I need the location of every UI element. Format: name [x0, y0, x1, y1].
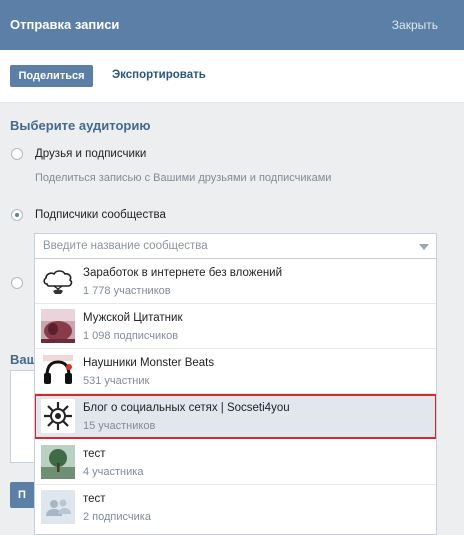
- option-community-label[interactable]: Подписчики сообщества: [35, 209, 166, 221]
- community-name: Наушники Monster Beats: [83, 357, 215, 369]
- close-button[interactable]: Закрыть: [392, 18, 438, 32]
- community-search-input[interactable]: Введите название сообщества: [34, 233, 437, 259]
- community-item[interactable]: Наушники Monster Beats 531 участник: [35, 349, 436, 394]
- community-item[interactable]: тест 4 участника: [35, 440, 436, 485]
- community-members: 4 участника: [83, 466, 144, 478]
- community-name: Заработок в интернете без вложений: [83, 267, 283, 279]
- radio-friends[interactable]: [11, 148, 23, 160]
- community-item[interactable]: тест 2 подписчика: [35, 485, 436, 530]
- radio-community[interactable]: [11, 209, 23, 221]
- community-name: тест: [83, 493, 106, 505]
- community-name: тест: [83, 448, 106, 460]
- community-members: 1 778 участников: [83, 285, 171, 297]
- audience-title: Выберите аудиторию: [10, 118, 151, 133]
- community-dropdown: Заработок в интернете без вложений 1 778…: [34, 259, 437, 535]
- community-item[interactable]: Мужской Цитатник 1 098 подписчиков: [35, 304, 436, 349]
- modal-header: Отправка записи Закрыть: [0, 0, 464, 50]
- modal-title: Отправка записи: [10, 17, 120, 32]
- photo-avatar: [41, 309, 75, 343]
- logo-avatar: [41, 399, 75, 433]
- community-members: 531 участник: [83, 375, 150, 387]
- community-item-selected[interactable]: Блог о социальных сетях | Socseti4you 15…: [35, 394, 436, 439]
- tab-share[interactable]: Поделиться: [10, 65, 93, 87]
- default-group-avatar: [41, 490, 75, 524]
- community-item[interactable]: Заработок в интернете без вложений 1 778…: [35, 259, 436, 304]
- community-name: Блог о социальных сетях | Socseti4you: [83, 402, 290, 414]
- headphones-avatar: [41, 354, 75, 388]
- option-friends-label[interactable]: Друзья и подписчики: [35, 148, 146, 160]
- send-button[interactable]: П: [10, 482, 36, 508]
- radio-private[interactable]: [11, 277, 23, 289]
- community-name: Мужской Цитатник: [83, 312, 183, 324]
- message-textarea[interactable]: [10, 370, 36, 463]
- tab-export[interactable]: Экспортировать: [112, 69, 206, 81]
- community-search-placeholder: Введите название сообщества: [43, 240, 208, 252]
- tree-avatar: [41, 445, 75, 479]
- community-members: 1 098 подписчиков: [83, 330, 179, 342]
- community-members: 15 участников: [83, 420, 156, 432]
- tab-bar: Поделиться Экспортировать: [0, 50, 464, 103]
- community-members: 2 подписчика: [83, 511, 151, 523]
- cloud-hand-avatar: [41, 264, 75, 298]
- option-friends-description: Поделиться записью с Вашими друзьями и п…: [35, 172, 332, 184]
- chevron-down-icon[interactable]: [419, 244, 429, 250]
